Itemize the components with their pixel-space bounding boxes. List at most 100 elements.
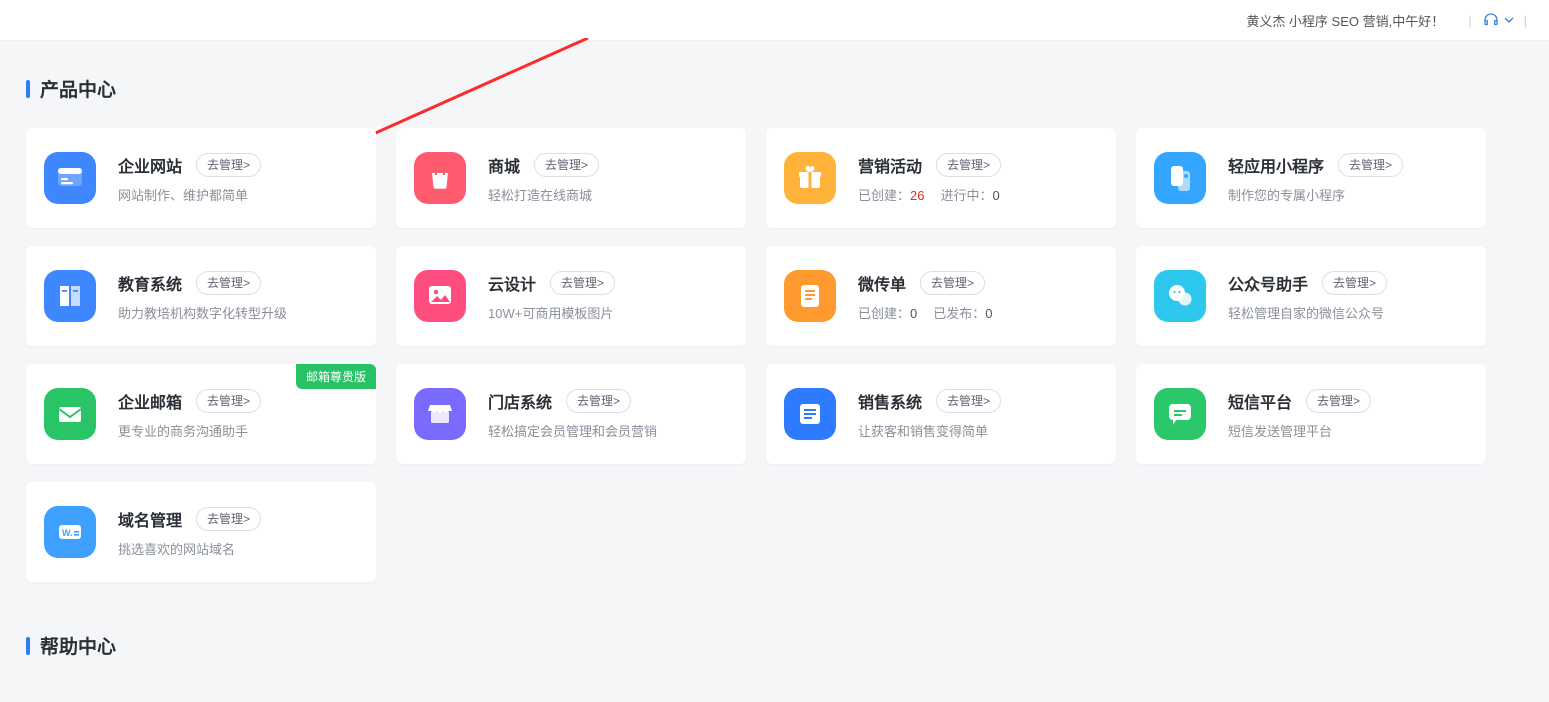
card-desc: 轻松搞定会员管理和会员营销: [488, 421, 728, 440]
bag-icon: [414, 152, 466, 204]
card-stats: 已创建：0已发布：0: [858, 303, 1098, 322]
card-stats: 已创建：26 进行中：0: [858, 185, 1098, 204]
product-card-mail[interactable]: 邮箱尊贵版企业邮箱去管理>更专业的商务沟通助手: [26, 364, 376, 464]
domain-icon: [44, 506, 96, 558]
card-title-row: 教育系统去管理>: [118, 271, 358, 295]
greeting: 黄义杰 小程序 SEO 营销,中午好！: [1246, 11, 1444, 30]
section-title-text: 产品中心: [40, 75, 116, 102]
list-icon: [784, 388, 836, 440]
card-info: 门店系统去管理> 轻松搞定会员管理和会员营销: [488, 389, 728, 440]
chevron-down-icon: [1504, 17, 1514, 23]
image-icon: [414, 270, 466, 322]
card-desc: 轻松打造在线商城: [488, 185, 728, 204]
card-title-row: 商城去管理>: [488, 153, 728, 177]
card-title-row: 企业邮箱去管理>: [118, 389, 358, 413]
product-card-marketing[interactable]: 营销活动去管理> 已创建：26 进行中：0: [766, 128, 1116, 228]
card-info: 微传单去管理> 已创建：0已发布：0: [858, 271, 1098, 322]
section-title: 产品中心: [0, 41, 1549, 106]
card-title: 微传单: [858, 271, 906, 295]
manage-button[interactable]: 去管理>: [196, 507, 261, 531]
card-info: 教育系统去管理> 助力教培机构数字化转型升级: [118, 271, 358, 322]
product-card-mp[interactable]: 公众号助手去管理> 轻松管理自家的微信公众号: [1136, 246, 1486, 346]
card-title: 门店系统: [488, 389, 552, 413]
product-card-domain[interactable]: 域名管理去管理> 挑选喜欢的网站域名: [26, 482, 376, 582]
card-title-row: 微传单去管理>: [858, 271, 1098, 295]
manage-button[interactable]: 去管理>: [196, 153, 261, 177]
card-title: 云设计: [488, 271, 536, 295]
product-card-miniapp[interactable]: 轻应用小程序去管理> 制作您的专属小程序: [1136, 128, 1486, 228]
support-button[interactable]: [1482, 11, 1514, 29]
headset-icon: [1482, 11, 1500, 29]
manage-button[interactable]: 去管理>: [196, 271, 261, 295]
product-card-store[interactable]: 门店系统去管理> 轻松搞定会员管理和会员营销: [396, 364, 746, 464]
doc-icon: [784, 270, 836, 322]
card-title-row: 轻应用小程序去管理>: [1228, 153, 1468, 177]
manage-button[interactable]: 去管理>: [1306, 389, 1371, 413]
manage-button[interactable]: 去管理>: [566, 389, 631, 413]
product-card-edu[interactable]: 教育系统去管理> 助力教培机构数字化转型升级: [26, 246, 376, 346]
manage-button[interactable]: 去管理>: [1338, 153, 1403, 177]
manage-button[interactable]: 去管理>: [920, 271, 985, 295]
card-title: 营销活动: [858, 153, 922, 177]
card-desc: 短信发送管理平台: [1228, 421, 1468, 440]
card-title-row: 公众号助手去管理>: [1228, 271, 1468, 295]
manage-button[interactable]: 去管理>: [936, 389, 1001, 413]
manage-button[interactable]: 去管理>: [936, 153, 1001, 177]
card-title-row: 营销活动去管理>: [858, 153, 1098, 177]
card-desc: 更专业的商务沟通助手: [118, 421, 358, 440]
card-info: 营销活动去管理> 已创建：26 进行中：0: [858, 153, 1098, 204]
card-desc: 网站制作、维护都简单: [118, 185, 358, 204]
divider: |: [1468, 13, 1471, 28]
manage-button[interactable]: 去管理>: [534, 153, 599, 177]
mini-icon: [1154, 152, 1206, 204]
card-info: 销售系统去管理>让获客和销售变得简单: [858, 389, 1098, 440]
card-title-row: 云设计去管理>: [488, 271, 728, 295]
section-title-help: 帮助中心: [0, 592, 1549, 663]
accent-bar: [26, 80, 30, 98]
card-title: 域名管理: [118, 507, 182, 531]
manage-button[interactable]: 去管理>: [196, 389, 261, 413]
card-desc: 制作您的专属小程序: [1228, 185, 1468, 204]
card-info: 轻应用小程序去管理> 制作您的专属小程序: [1228, 153, 1468, 204]
gift-icon: [784, 152, 836, 204]
card-desc: 10W+可商用模板图片: [488, 303, 728, 322]
stat-secondary: 已发布：0: [933, 306, 992, 321]
card-title: 教育系统: [118, 271, 182, 295]
book-icon: [44, 270, 96, 322]
card-info: 企业邮箱去管理> 更专业的商务沟通助手: [118, 389, 358, 440]
card-desc: 轻松管理自家的微信公众号: [1228, 303, 1468, 322]
card-info: 域名管理去管理> 挑选喜欢的网站域名: [118, 507, 358, 558]
card-title: 轻应用小程序: [1228, 153, 1324, 177]
stat-secondary: 进行中：0: [940, 188, 999, 203]
card-title-row: 销售系统去管理>: [858, 389, 1098, 413]
product-card-site[interactable]: 企业网站去管理> 网站制作、维护都简单: [26, 128, 376, 228]
card-info: 公众号助手去管理> 轻松管理自家的微信公众号: [1228, 271, 1468, 322]
card-title-row: 企业网站去管理>: [118, 153, 358, 177]
card-title: 短信平台: [1228, 389, 1292, 413]
mail-icon: [44, 388, 96, 440]
site-icon: [44, 152, 96, 204]
card-info: 云设计去管理> 10W+可商用模板图片: [488, 271, 728, 322]
card-info: 企业网站去管理> 网站制作、维护都简单: [118, 153, 358, 204]
card-desc: 助力教培机构数字化转型升级: [118, 303, 358, 322]
card-title-row: 短信平台去管理>: [1228, 389, 1468, 413]
card-title-row: 域名管理去管理>: [118, 507, 358, 531]
sms-icon: [1154, 388, 1206, 440]
accent-bar: [26, 637, 30, 655]
card-title: 企业网站: [118, 153, 182, 177]
product-card-sales[interactable]: 销售系统去管理>让获客和销售变得简单: [766, 364, 1116, 464]
badge-mail: 邮箱尊贵版: [296, 364, 376, 389]
card-title: 公众号助手: [1228, 271, 1308, 295]
manage-button[interactable]: 去管理>: [550, 271, 615, 295]
manage-button[interactable]: 去管理>: [1322, 271, 1387, 295]
card-title-row: 门店系统去管理>: [488, 389, 728, 413]
card-desc: 挑选喜欢的网站域名: [118, 539, 358, 558]
product-card-mall[interactable]: 商城去管理> 轻松打造在线商城: [396, 128, 746, 228]
stat-created: 已创建：26: [858, 188, 924, 203]
card-title: 企业邮箱: [118, 389, 182, 413]
product-card-design[interactable]: 云设计去管理> 10W+可商用模板图片: [396, 246, 746, 346]
section-title-text: 帮助中心: [40, 632, 116, 659]
card-title: 销售系统: [858, 389, 922, 413]
product-card-flyer[interactable]: 微传单去管理> 已创建：0已发布：0: [766, 246, 1116, 346]
product-card-sms[interactable]: 短信平台去管理> 短信发送管理平台: [1136, 364, 1486, 464]
